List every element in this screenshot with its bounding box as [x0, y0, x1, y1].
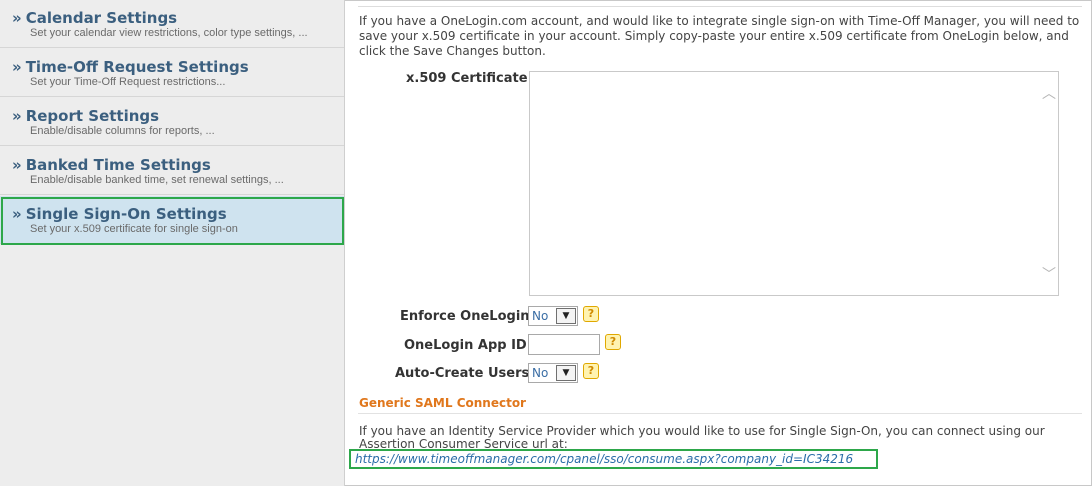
sidebar-item-subtitle: Set your Time-Off Request restrictions..… [30, 76, 226, 88]
onelogin-app-id-container [528, 334, 600, 356]
onelogin-intro-text: If you have a OneLogin.com account, and … [359, 14, 1080, 58]
chevron-down-icon: ▼ [556, 308, 576, 324]
chevron-double-right-icon: » [12, 9, 22, 27]
enforce-onelogin-value: No [532, 309, 549, 323]
help-icon[interactable]: ? [583, 363, 599, 379]
scroll-down-icon[interactable]: ﹀ [1042, 268, 1056, 282]
certificate-textarea-container: ︿ ﹀ [529, 71, 1059, 296]
sidebar-item-subtitle: Enable/disable banked time, set renewal … [30, 174, 284, 186]
sidebar-item-title: Banked Time Settings [25, 156, 211, 174]
divider [358, 413, 1082, 414]
help-icon[interactable]: ? [583, 306, 599, 322]
enforce-onelogin-label: Enforce OneLogin: [400, 309, 535, 324]
auto-create-users-label: Auto-Create Users: [395, 366, 535, 381]
saml-description: If you have an Identity Service Provider… [359, 425, 1045, 451]
onelogin-app-id-input[interactable] [529, 336, 599, 356]
chevron-double-right-icon: » [12, 156, 22, 174]
sidebar-item-title: Calendar Settings [25, 9, 178, 27]
enforce-onelogin-select[interactable]: No ▼ [528, 306, 578, 326]
certificate-label: x.509 Certificate: [406, 71, 533, 86]
certificate-textarea[interactable] [530, 72, 1058, 295]
scroll-up-icon[interactable]: ︿ [1042, 87, 1056, 101]
sidebar-item-subtitle: Set your calendar view restrictions, col… [30, 27, 308, 39]
chevron-double-right-icon: » [12, 205, 22, 223]
sidebar-item-time-off-request-settings[interactable]: » Time-Off Request Settings Set your Time… [0, 49, 344, 97]
help-icon[interactable]: ? [605, 334, 621, 350]
auto-create-users-select[interactable]: No ▼ [528, 363, 578, 383]
sidebar-item-calendar-settings[interactable]: » Calendar Settings Set your calendar vie… [0, 0, 344, 48]
sidebar-item-title: Time-Off Request Settings [25, 58, 249, 76]
divider [358, 6, 1082, 7]
settings-sidebar: » Calendar Settings Set your calendar vie… [0, 0, 345, 486]
sidebar-item-title: Single Sign-On Settings [25, 205, 227, 223]
chevron-double-right-icon: » [12, 107, 22, 125]
onelogin-app-id-label: OneLogin App ID: [404, 338, 532, 353]
sidebar-item-single-sign-on-settings[interactable]: » Single Sign-On Settings Set your x.509 … [0, 196, 344, 245]
chevron-double-right-icon: » [12, 58, 22, 76]
acs-url-link[interactable]: https://www.timeoffmanager.com/cpanel/ss… [355, 452, 853, 466]
auto-create-users-value: No [532, 366, 549, 380]
sidebar-item-subtitle: Enable/disable columns for reports, ... [30, 125, 215, 137]
sidebar-item-subtitle: Set your x.509 certificate for single si… [30, 223, 238, 235]
sso-settings-panel: If you have a OneLogin.com account, and … [346, 0, 1092, 486]
sidebar-item-title: Report Settings [25, 107, 160, 125]
sidebar-item-banked-time-settings[interactable]: » Banked Time Settings Enable/disable ban… [0, 147, 344, 195]
sidebar-item-report-settings[interactable]: » Report Settings Enable/disable columns … [0, 98, 344, 146]
generic-saml-section-title: Generic SAML Connector [359, 396, 526, 410]
chevron-down-icon: ▼ [556, 365, 576, 381]
